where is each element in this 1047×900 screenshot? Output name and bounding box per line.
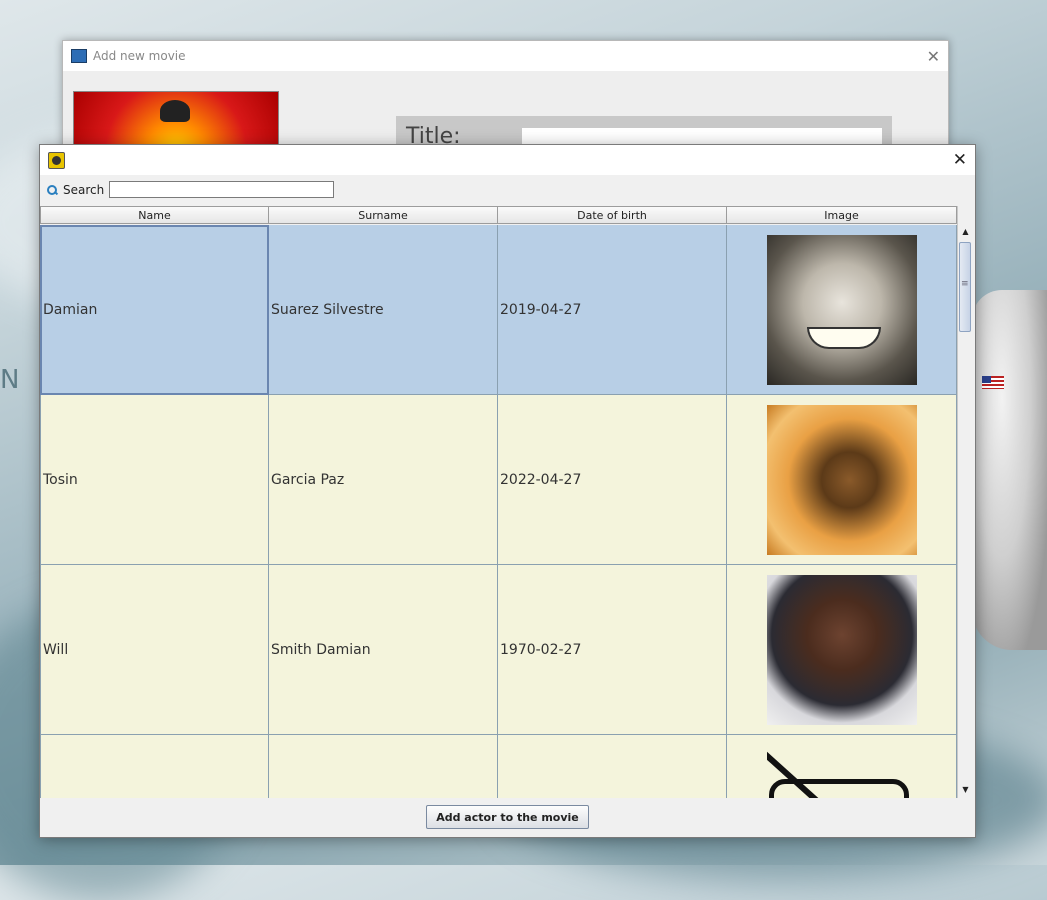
no-photo-icon xyxy=(766,745,917,798)
add-new-movie-titlebar: Add new movie xyxy=(63,41,948,71)
cell-image[interactable] xyxy=(727,225,957,395)
column-header-date-of-birth[interactable]: Date of birth xyxy=(498,206,727,224)
cell-date-of-birth[interactable]: 2022-04-27 xyxy=(498,395,727,565)
cell-date-of-birth[interactable]: 2019-04-27 xyxy=(498,225,727,395)
cell-name[interactable] xyxy=(40,735,269,798)
man-portrait-photo xyxy=(766,574,917,725)
hedgehog-photo xyxy=(766,404,917,555)
us-flag-patch xyxy=(982,376,1004,389)
search-bar: Search xyxy=(47,181,335,198)
background-letter: N xyxy=(0,365,20,395)
column-header-image[interactable]: Image xyxy=(727,206,957,224)
table-row[interactable]: Tosin Garcia Paz 2022-04-27 xyxy=(40,395,957,565)
cell-image[interactable] xyxy=(727,565,957,735)
column-header-name[interactable]: Name xyxy=(40,206,269,224)
add-actor-button[interactable]: Add actor to the movie xyxy=(426,805,589,829)
cell-surname[interactable]: Smith Damian xyxy=(269,565,498,735)
search-icon xyxy=(47,184,57,195)
cell-image[interactable] xyxy=(727,735,957,798)
scroll-up-arrow-icon[interactable]: ▲ xyxy=(960,226,971,238)
astronaut-figure xyxy=(972,290,1047,650)
cat-photo xyxy=(766,234,917,385)
scrollbar-thumb[interactable] xyxy=(959,242,971,332)
scroll-down-arrow-icon[interactable]: ▼ xyxy=(960,784,971,796)
back-window-close-icon[interactable]: ✕ xyxy=(927,47,940,66)
table-row[interactable]: Will Smith Damian 1970-02-27 xyxy=(40,565,957,735)
cell-name[interactable]: Tosin xyxy=(40,395,269,565)
cell-surname[interactable]: Garcia Paz xyxy=(269,395,498,565)
cell-name[interactable]: Will xyxy=(40,565,269,735)
actor-picker-dialog: ✕ Search Name Surname Date of birth Imag… xyxy=(39,144,976,838)
actors-table: Name Surname Date of birth Image Damian … xyxy=(40,206,973,798)
search-label: Search xyxy=(63,182,105,197)
close-icon[interactable]: ✕ xyxy=(953,150,967,170)
add-new-movie-title: Add new movie xyxy=(93,49,186,63)
dialog-footer: Add actor to the movie xyxy=(40,799,973,836)
film-icon xyxy=(71,49,87,63)
search-input[interactable] xyxy=(109,181,335,198)
column-header-surname[interactable]: Surname xyxy=(269,206,498,224)
table-header: Name Surname Date of birth Image xyxy=(40,206,957,225)
table-body: Damian Suarez Silvestre 2019-04-27 Tosin… xyxy=(40,225,957,798)
vertical-scrollbar[interactable]: ▲ ▼ xyxy=(957,206,973,798)
cell-date-of-birth[interactable]: 1970-02-27 xyxy=(498,565,727,735)
cell-surname[interactable]: Suarez Silvestre xyxy=(269,225,498,395)
dialog-titlebar: ✕ xyxy=(40,145,975,175)
cell-surname[interactable] xyxy=(269,735,498,798)
cell-date-of-birth[interactable] xyxy=(498,735,727,798)
cell-image[interactable] xyxy=(727,395,957,565)
table-row[interactable] xyxy=(40,735,957,798)
cell-name[interactable]: Damian xyxy=(40,225,269,395)
table-row[interactable]: Damian Suarez Silvestre 2019-04-27 xyxy=(40,225,957,395)
app-icon xyxy=(48,152,65,169)
